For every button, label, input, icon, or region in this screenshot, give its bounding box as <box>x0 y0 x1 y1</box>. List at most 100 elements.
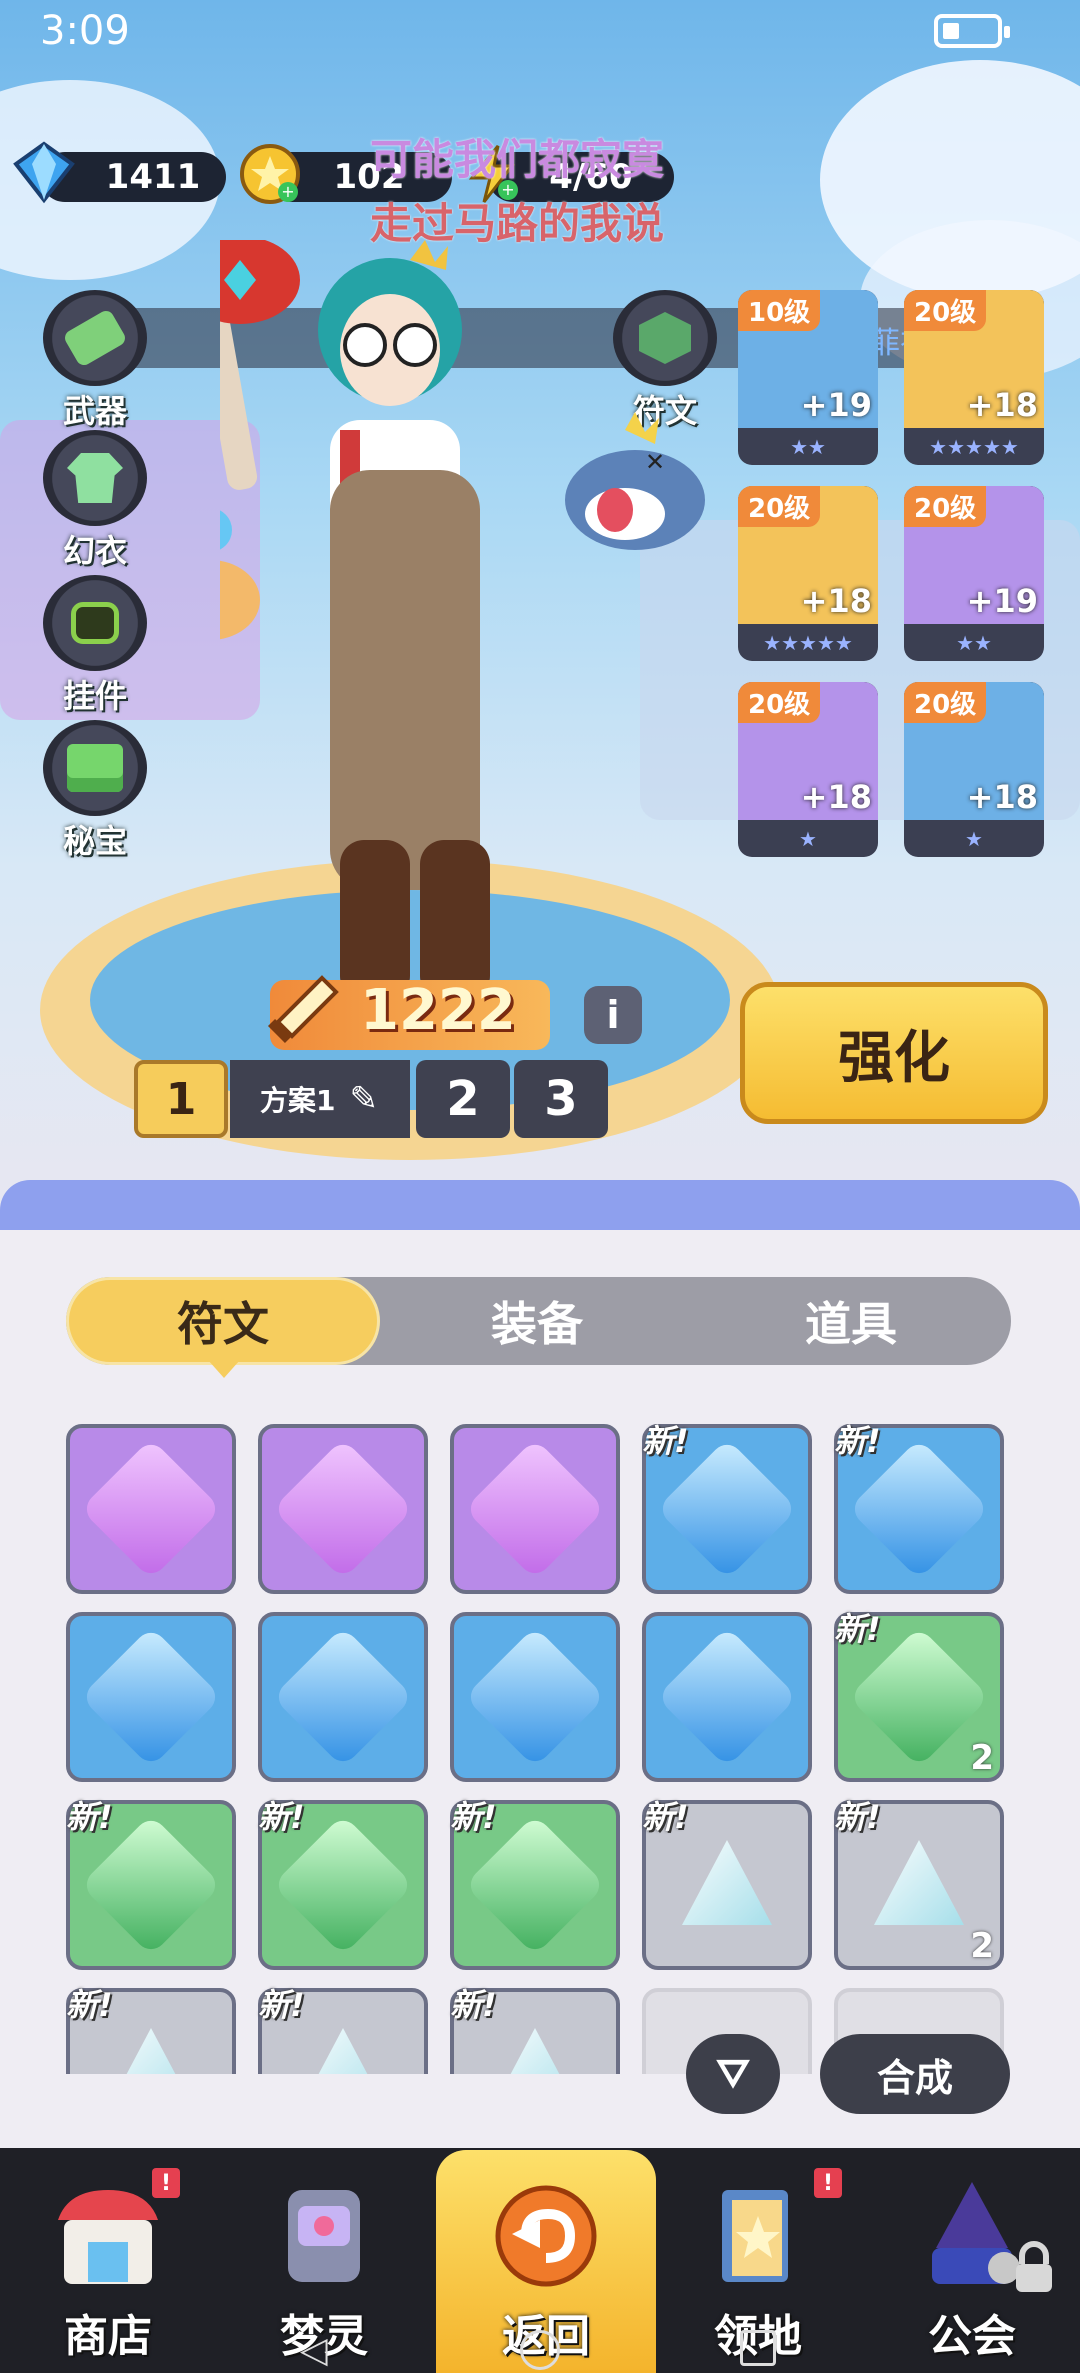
new-tag: 新! <box>66 1798 113 1836</box>
new-tag: 新! <box>834 1610 881 1648</box>
equipment-bonus: +18 <box>966 778 1038 816</box>
outfit-button[interactable]: 幻衣 <box>40 430 150 570</box>
rune-gem-icon <box>80 1438 222 1580</box>
rune-item[interactable]: 新! <box>642 1424 812 1594</box>
rune-item[interactable]: 新! <box>66 1798 236 1970</box>
equipment-slot[interactable]: 10级 +19 ★★ <box>738 290 878 465</box>
rune-item[interactable]: 新! 2 <box>834 1610 1004 1782</box>
plan-name: 方案1 <box>260 1084 336 1117</box>
rune-item[interactable]: 新! <box>834 1424 1004 1594</box>
equipment-bonus: +19 <box>800 386 872 424</box>
tab-equipment[interactable]: 装备 <box>380 1277 694 1365</box>
edit-icon: ✎ <box>349 1079 378 1119</box>
inventory-grid: 新! 新! 新! 2 新! 新! 新! 新! 新! 2 新! 新! 新! <box>66 1424 1016 2074</box>
pendant-icon <box>43 575 147 671</box>
rune-item[interactable] <box>66 1424 236 1594</box>
rune-item[interactable] <box>258 1612 428 1782</box>
rune-item[interactable]: 新! <box>66 1986 236 2074</box>
rune-item[interactable]: 新! <box>450 1798 620 1970</box>
nav-shop-label: 商店 <box>64 2311 152 2362</box>
new-tag: 新! <box>642 1424 689 1460</box>
equipment-slot[interactable]: 20级 +18 ★★★★★ <box>738 486 878 661</box>
equipment-level: 10级 <box>738 290 821 331</box>
equipment-stars: ★★★★★ <box>763 630 853 655</box>
rune-gem-icon <box>106 2028 196 2074</box>
player-character[interactable] <box>220 240 580 1020</box>
territory-badge: ! <box>814 2168 842 2198</box>
treasure-button[interactable]: 秘宝 <box>40 720 150 860</box>
diamond-count: 1411 <box>105 157 201 197</box>
lyric-line-1: 可能我们都寂寞 <box>370 135 665 184</box>
rune-item[interactable]: 新! <box>450 1986 620 2074</box>
equipment-bonus: +18 <box>800 582 872 620</box>
rune-item[interactable] <box>258 1424 428 1594</box>
rune-item[interactable] <box>450 1612 620 1782</box>
diamond-icon <box>13 141 75 204</box>
tab-items[interactable]: 道具 <box>694 1277 1008 1365</box>
tab-pointer <box>208 1360 240 1378</box>
rune-gem-icon <box>490 2028 580 2074</box>
rune-gem-icon <box>272 1626 414 1768</box>
equipment-level: 20级 <box>904 486 987 527</box>
equipment-slot[interactable]: 20级 +18 ★ <box>904 682 1044 857</box>
shop-badge: ! <box>152 2168 180 2198</box>
rune-button[interactable]: 符文 <box>610 290 720 430</box>
equipment-stars: ★★ <box>956 630 992 655</box>
new-tag: 新! <box>258 1986 305 2024</box>
nav-shop[interactable]: 商店 <box>0 2148 216 2373</box>
new-tag: 新! <box>450 1986 497 2024</box>
rune-item[interactable]: 新! <box>258 1986 428 2074</box>
territory-icon <box>722 2190 788 2282</box>
treasure-icon <box>43 720 147 816</box>
equipment-slot-art: 20级 +19 <box>904 486 1044 624</box>
new-tag: 新! <box>450 1798 497 1836</box>
info-icon[interactable]: i <box>584 986 642 1044</box>
rune-item[interactable] <box>450 1424 620 1594</box>
rune-item[interactable]: 新! <box>258 1798 428 1970</box>
rune-gem-icon <box>682 1840 772 1925</box>
equipment-slot[interactable]: 20级 +19 ★★ <box>904 486 1044 661</box>
shark-pet[interactable]: ✕ <box>555 410 725 580</box>
plan-name-field[interactable]: 方案1 ✎ <box>230 1060 410 1138</box>
tab-runes[interactable]: 符文 <box>66 1277 380 1365</box>
new-tag: 新! <box>834 1424 881 1460</box>
filter-button[interactable]: ⛛ <box>686 2034 780 2114</box>
weapon-label: 武器 <box>62 392 127 430</box>
equipment-slot[interactable]: 20级 +18 ★ <box>738 682 878 857</box>
merge-button[interactable]: 合成 <box>820 2034 1010 2114</box>
equipment-stars: ★ <box>965 826 983 851</box>
pendant-button[interactable]: 挂件 <box>40 575 150 715</box>
battery-icon <box>934 14 1010 48</box>
plan-2-button[interactable]: 2 <box>416 1060 510 1138</box>
system-recents-icon[interactable] <box>740 2330 776 2366</box>
new-tag: 新! <box>66 1986 113 2024</box>
system-back-icon[interactable]: ◁ <box>300 2330 340 2371</box>
outfit-icon <box>43 430 147 526</box>
equipment-stars: ★★★★★ <box>929 434 1019 459</box>
rune-item[interactable] <box>642 1612 812 1782</box>
treasure-label: 秘宝 <box>62 822 127 860</box>
new-tag: 新! <box>258 1798 305 1836</box>
status-time: 3:09 <box>40 8 130 54</box>
outfit-label: 幻衣 <box>62 532 127 570</box>
equipment-slot-art: 20级 +18 <box>904 682 1044 820</box>
rune-item[interactable]: 新! 2 <box>834 1798 1004 1970</box>
svg-text:+: + <box>281 182 294 201</box>
rune-gem-icon <box>272 1438 414 1580</box>
svg-text:✕: ✕ <box>645 448 665 476</box>
equipment-slot-art: 20级 +18 <box>738 682 878 820</box>
plan-1-button[interactable]: 1 <box>134 1060 228 1138</box>
equipment-slot[interactable]: 20级 +18 ★★★★★ <box>904 290 1044 465</box>
enhance-button[interactable]: 强化 <box>740 982 1048 1124</box>
equipment-level: 20级 <box>904 290 987 331</box>
nav-guild-label: 公会 <box>928 2311 1016 2362</box>
weapon-button[interactable]: 武器 <box>40 290 150 430</box>
rune-item[interactable]: 新! <box>642 1798 812 1970</box>
rune-gem-icon <box>464 1438 606 1580</box>
system-home-icon[interactable] <box>520 2330 560 2370</box>
rune-item[interactable] <box>66 1612 236 1782</box>
plan-3-button[interactable]: 3 <box>514 1060 608 1138</box>
rune-gem-icon <box>80 1626 222 1768</box>
item-count: 2 <box>970 1738 994 1778</box>
dream-spirit-icon <box>288 2190 360 2282</box>
